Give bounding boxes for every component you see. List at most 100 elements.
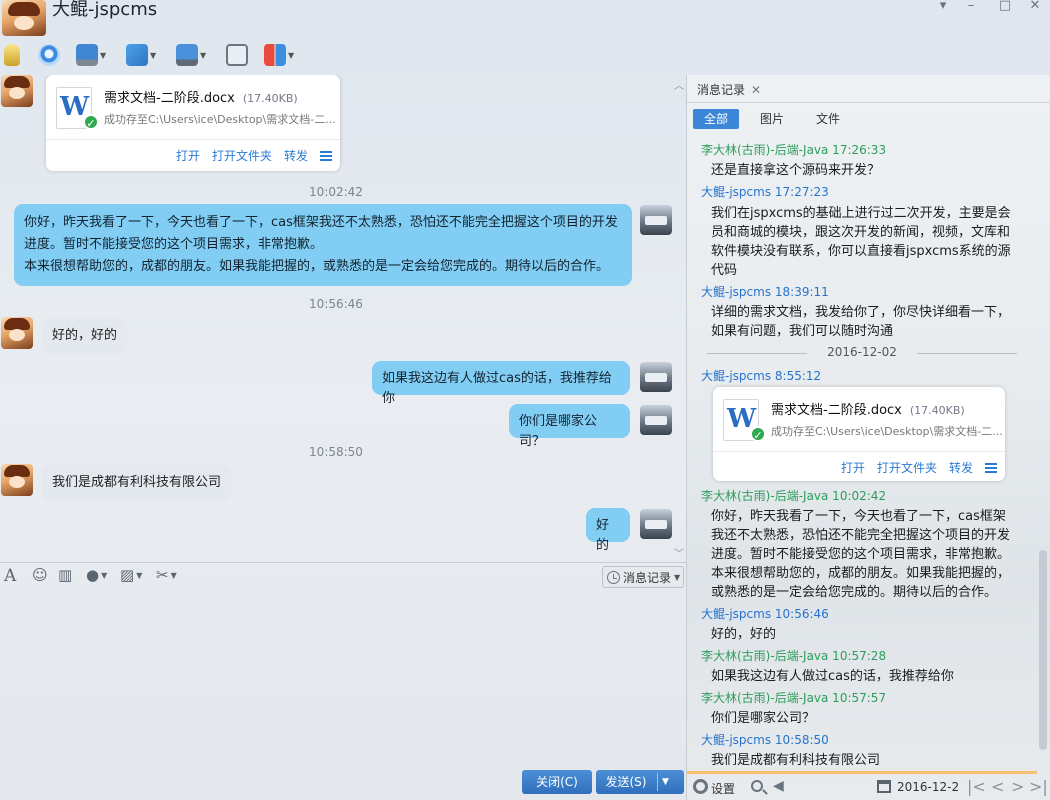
- collapse-down-icon[interactable]: ﹀: [674, 545, 684, 560]
- window-title: 大鲲-jspcms: [52, 0, 158, 20]
- menu-icon[interactable]: [985, 462, 997, 473]
- close-button[interactable]: 关闭(C): [522, 770, 592, 794]
- file-card: W ✓ 需求文档-二阶段.docx (17.40KB) 成功存至C:\Users\i…: [713, 387, 1005, 481]
- word-doc-icon: W ✓: [723, 399, 766, 442]
- apps-icon: [264, 44, 286, 66]
- divider: [0, 562, 686, 563]
- outgoing-message: 你好，昨天我看了一下，今天也看了一下，cas框架我还不太熟悉，恐怕还不能完全把握…: [14, 204, 632, 286]
- peer-avatar[interactable]: [1, 75, 33, 107]
- screen-share-button[interactable]: ▼: [76, 42, 106, 68]
- message-add-button[interactable]: [226, 42, 248, 68]
- mic-icon: [4, 44, 20, 66]
- settings-label[interactable]: 设置: [711, 780, 735, 797]
- file-card: W ✓ 需求文档-二阶段.docx (17.40KB) 成功存至C:\Users\i…: [46, 75, 340, 171]
- self-avatar[interactable]: [640, 362, 672, 392]
- first-page-icon[interactable]: |<: [967, 777, 986, 796]
- remote-desktop-button[interactable]: ▼: [176, 42, 206, 68]
- file-saved-path: 成功存至C:\Users\ice\Desktop\需求文档-二...: [771, 425, 1003, 438]
- history-sender: 李大林(古雨)-后端-Java 10:02:42: [701, 489, 887, 503]
- send-button[interactable]: 发送(S) ▼: [596, 770, 684, 794]
- history-text: 还是直接拿这个源码来开发？: [711, 163, 881, 178]
- filter-files[interactable]: 文件: [805, 109, 851, 129]
- next-page-icon[interactable]: >: [1011, 777, 1024, 796]
- open-folder-link[interactable]: 打开文件夹: [212, 147, 272, 164]
- maximize-icon[interactable]: □: [994, 0, 1016, 14]
- screenshot-icon[interactable]: ▥: [58, 566, 72, 584]
- self-avatar[interactable]: [640, 205, 672, 235]
- history-text: 你们是哪家公司？: [711, 711, 816, 726]
- calendar-icon[interactable]: [877, 780, 891, 793]
- send-options-icon[interactable]: ▼: [662, 770, 669, 794]
- tab-message-history[interactable]: 消息记录 ✕: [697, 81, 761, 98]
- contact-avatar[interactable]: [2, 0, 46, 36]
- open-file-link[interactable]: 打开: [841, 459, 865, 476]
- apps-button[interactable]: ▼: [264, 42, 294, 68]
- history-sender: 李大林(古雨)-后端-Java 17:26:33: [701, 143, 887, 157]
- check-icon: ✓: [750, 426, 766, 442]
- title-bar: 大鲲-jspcms ▾ – □ ✕: [0, 0, 1050, 38]
- font-icon[interactable]: A: [4, 566, 16, 586]
- history-date: 2016-12-02: [827, 345, 897, 359]
- timestamp: 10:56:46: [309, 297, 363, 311]
- close-icon[interactable]: ✕: [751, 83, 761, 97]
- mic-button[interactable]: [4, 42, 20, 68]
- divider: [46, 139, 340, 140]
- history-sender: 大鲲-jspcms 10:58:50: [701, 733, 829, 747]
- last-page-icon[interactable]: >|: [1029, 777, 1048, 796]
- emoji-icon[interactable]: ☺: [32, 566, 48, 584]
- input-toolbar: A ☺ ▥ ● ▼ ▨ ▼ ✂ ▼ 消息记录 ▼: [0, 565, 686, 589]
- outgoing-message: 你们是哪家公司？: [509, 404, 630, 449]
- self-avatar[interactable]: [640, 509, 672, 539]
- date-value[interactable]: 2016-12-2: [897, 780, 959, 794]
- file-transfer-button[interactable]: ▼: [126, 42, 156, 68]
- camera-button[interactable]: [38, 42, 60, 68]
- outgoing-message: 如果我这边有人做过cas的话，我推荐给你: [372, 361, 630, 406]
- file-name: 需求文档-二阶段.docx (17.40KB): [771, 403, 965, 418]
- chat-toolbar: ▼ ▼ ▼ ▼: [0, 42, 685, 72]
- collapse-up-icon[interactable]: ︿: [674, 77, 684, 92]
- menu-icon[interactable]: [320, 150, 332, 161]
- screen-share-icon: [76, 44, 98, 66]
- speaker-icon[interactable]: ◀: [773, 778, 784, 794]
- peer-avatar[interactable]: [1, 317, 33, 349]
- scissors-icon[interactable]: ✂ ▼: [156, 566, 177, 584]
- history-sender: 大鲲-jspcms 8:55:12: [701, 369, 822, 383]
- search-icon[interactable]: [751, 780, 763, 792]
- filter-all[interactable]: 全部: [693, 109, 739, 129]
- remote-desktop-icon: [176, 44, 198, 66]
- image-icon[interactable]: ▨ ▼: [120, 566, 142, 584]
- voice-icon[interactable]: ● ▼: [86, 566, 107, 584]
- open-file-link[interactable]: 打开: [176, 147, 200, 164]
- prev-page-icon[interactable]: <: [991, 777, 1004, 796]
- history-sender: 大鲲-jspcms 17:27:23: [701, 185, 829, 199]
- forward-link[interactable]: 转发: [949, 459, 973, 476]
- history-sender: 李大林(古雨)-后端-Java 10:57:28: [701, 649, 887, 663]
- self-avatar[interactable]: [640, 405, 672, 435]
- chevron-down-icon: ▼: [674, 572, 681, 582]
- message-input[interactable]: [0, 590, 686, 766]
- minimize-icon[interactable]: –: [960, 0, 982, 14]
- peer-avatar[interactable]: [1, 464, 33, 496]
- history-text: 好的，好的: [711, 627, 777, 642]
- history-list[interactable]: 李大林(古雨)-后端-Java 17:26:33 还是直接拿这个源码来开发？ 大…: [687, 133, 1037, 771]
- divider: [713, 451, 1005, 452]
- filter-images[interactable]: 图片: [749, 109, 795, 129]
- chevron-down-icon: ▼: [100, 50, 107, 60]
- history-panel: 消息记录 ✕ 全部 图片 文件 李大林(古雨)-后端-Java 17:26:33…: [686, 75, 1050, 800]
- incoming-message: 我们是成都有利科技有限公司: [42, 465, 232, 501]
- divider: [917, 353, 1017, 354]
- scrollbar-thumb[interactable]: [1039, 550, 1047, 750]
- gear-icon[interactable]: [693, 779, 708, 794]
- file-name: 需求文档-二阶段.docx (17.40KB): [104, 91, 298, 106]
- chevron-down-icon: ▼: [200, 50, 207, 60]
- open-folder-link[interactable]: 打开文件夹: [877, 459, 937, 476]
- message-history-button[interactable]: 消息记录 ▼: [602, 566, 684, 588]
- close-icon[interactable]: ✕: [1024, 0, 1046, 14]
- history-text: 我们在jspxcms的基础上进行过二次开发，主要是会 员和商城的模块，跟这次开发…: [711, 206, 1011, 278]
- divider: [687, 771, 1037, 774]
- chat-area[interactable]: W ✓ 需求文档-二阶段.docx (17.40KB) 成功存至C:\Users\i…: [0, 75, 686, 562]
- history-text: 你好，昨天我看了一下，今天也看了一下，cas框架 我还不太熟悉，恐怕还不能完全把…: [711, 509, 1011, 600]
- history-footer: 设置 ◀ 2016-12-2 |< < > >|: [687, 775, 1050, 800]
- dropdown-icon[interactable]: ▾: [932, 0, 954, 14]
- forward-link[interactable]: 转发: [284, 147, 308, 164]
